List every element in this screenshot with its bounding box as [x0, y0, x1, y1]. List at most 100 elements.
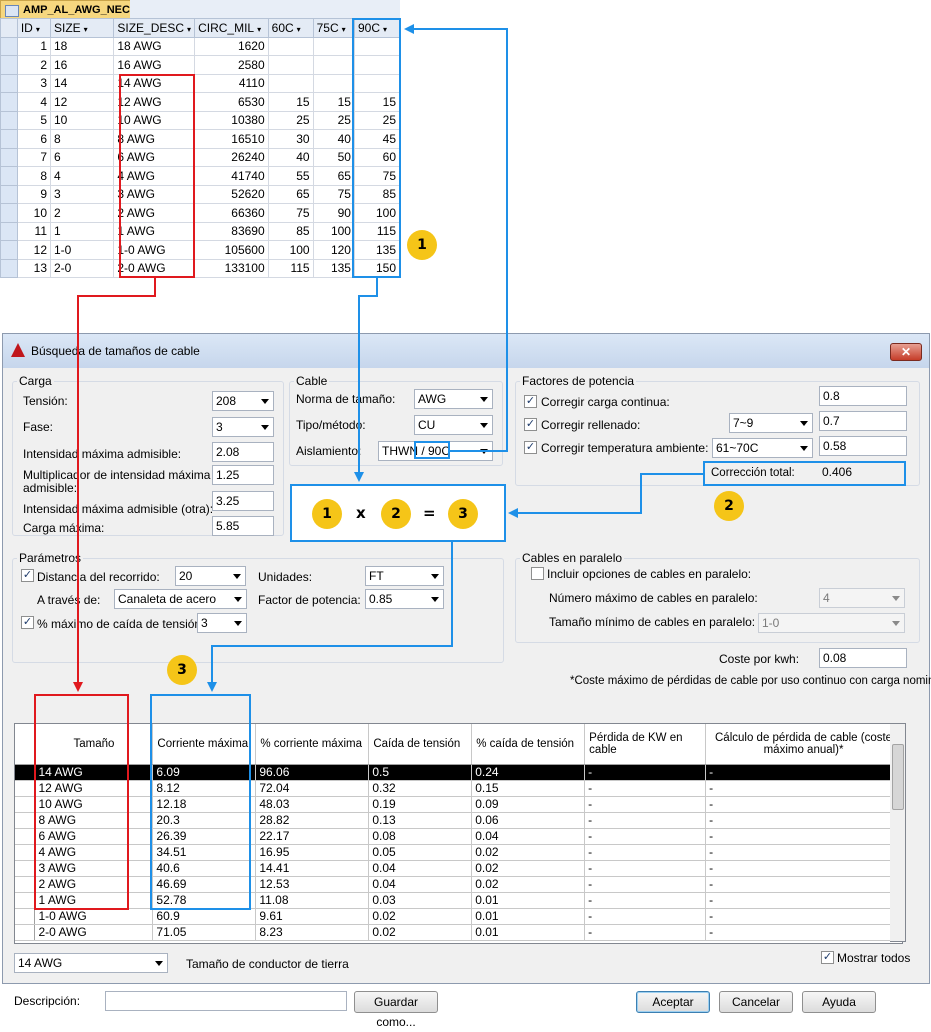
table-cell[interactable] — [312, 36, 355, 56]
result-cell[interactable]: 0.01 — [471, 908, 586, 925]
table-cell[interactable]: 120 — [312, 240, 355, 260]
table-cell[interactable]: 18 — [49, 36, 115, 56]
table-cell[interactable]: 100 — [312, 221, 355, 241]
table-cell[interactable]: 18 AWG — [113, 36, 196, 56]
carga-max-field[interactable]: 5.85 — [212, 516, 274, 536]
result-cell[interactable]: 0.02 — [471, 876, 586, 893]
row-header[interactable] — [15, 780, 36, 797]
result-cell[interactable]: 28.82 — [255, 812, 370, 829]
table-cell[interactable]: 55 — [267, 166, 314, 186]
table-cell[interactable]: 4 — [49, 166, 115, 186]
row-selector[interactable] — [0, 92, 18, 112]
table-cell[interactable] — [312, 73, 355, 93]
result-row[interactable]: 8 AWG 20.3 28.82 0.13 0.06- - — [15, 812, 902, 829]
mostrar-todos-checkbox[interactable]: ✓ — [821, 951, 834, 964]
column-header[interactable]: CIRC_MIL ▾ — [194, 18, 269, 38]
result-row[interactable]: 1 AWG 52.78 11.08 0.03 0.01- - — [15, 892, 902, 909]
table-cell[interactable]: 50 — [312, 147, 355, 167]
table-cell[interactable]: 40 — [312, 129, 355, 149]
result-cell[interactable]: 12.53 — [255, 876, 370, 893]
scrollbar-thumb[interactable] — [892, 744, 904, 810]
table-row[interactable]: 13 2-0 2-0 AWG 133100 115 135 150 — [0, 258, 401, 278]
table-cell[interactable]: 5 — [16, 110, 52, 130]
table-cell[interactable]: 2 — [16, 55, 52, 75]
temp-field[interactable]: 0.58 — [819, 436, 907, 456]
row-header[interactable] — [15, 812, 36, 829]
result-cell[interactable]: - — [705, 908, 902, 925]
table-cell[interactable] — [267, 36, 314, 56]
result-column-header[interactable]: Caída de tensión — [368, 724, 473, 765]
guardar-como-button[interactable]: Guardar como... — [354, 991, 438, 1029]
table-cell[interactable]: 8 — [49, 129, 115, 149]
row-header[interactable] — [15, 796, 36, 813]
result-cell[interactable]: 0.24 — [471, 764, 586, 781]
result-cell[interactable]: 0.19 — [368, 796, 473, 813]
result-cell[interactable]: 0.02 — [368, 924, 473, 941]
result-cell[interactable]: 0.13 — [368, 812, 473, 829]
table-cell[interactable] — [312, 55, 355, 75]
table-cell[interactable]: 12 — [49, 92, 115, 112]
dropdown-arrow-icon[interactable]: ▾ — [36, 25, 40, 34]
result-column-header[interactable]: Pérdida de KW en cable — [584, 724, 707, 765]
column-header[interactable]: ID ▾ — [16, 18, 52, 38]
table-cell[interactable]: 10 — [49, 110, 115, 130]
table-cell[interactable] — [267, 55, 314, 75]
table-cell[interactable]: 85 — [267, 221, 314, 241]
result-cell[interactable]: - — [584, 924, 707, 941]
table-row[interactable]: 688 AWG 16510 30 40 45 — [0, 129, 401, 149]
table-cell[interactable]: 6 — [49, 147, 115, 167]
incluir-paralelo-checkbox[interactable] — [531, 567, 544, 580]
result-cell[interactable]: - — [705, 924, 902, 941]
table-cell[interactable]: 41740 — [194, 166, 269, 186]
result-row[interactable]: 3 AWG 40.6 14.41 0.04 0.02- - — [15, 860, 902, 877]
row-header[interactable] — [15, 828, 36, 845]
table-cell[interactable]: 135 — [312, 258, 355, 278]
result-cell[interactable]: 71.05 — [152, 924, 257, 941]
table-cell[interactable]: 15 — [312, 92, 355, 112]
result-cell[interactable]: - — [705, 812, 902, 829]
table-cell[interactable]: 9 — [16, 184, 52, 204]
rellenado-field[interactable]: 0.7 — [819, 411, 907, 431]
tam-paralelo-select[interactable]: 1-0 — [758, 613, 905, 633]
table-row[interactable]: 933 AWG 52620 65 75 85 — [0, 184, 401, 204]
row-selector[interactable] — [0, 240, 18, 260]
close-button[interactable]: ✕ — [890, 343, 922, 361]
result-cell[interactable]: - — [705, 860, 902, 877]
result-cell[interactable]: 0.06 — [471, 812, 586, 829]
result-column-header[interactable]: % corriente máxima — [255, 724, 370, 765]
column-header[interactable]: 60C ▾ — [267, 18, 314, 38]
norma-select[interactable]: AWG — [414, 389, 493, 409]
row-selector[interactable] — [0, 184, 18, 204]
table-cell[interactable]: 12 — [16, 240, 52, 260]
table-cell[interactable]: 25 — [267, 110, 314, 130]
result-cell[interactable]: - — [705, 780, 902, 797]
row-selector[interactable] — [0, 129, 18, 149]
table-cell[interactable]: 7 — [16, 147, 52, 167]
row-selector[interactable] — [0, 166, 18, 186]
imax-field[interactable]: 2.08 — [212, 442, 274, 462]
temp-select[interactable]: 61~70C — [712, 438, 813, 458]
result-cell[interactable]: 0.01 — [471, 892, 586, 909]
table-cell[interactable]: 16510 — [194, 129, 269, 149]
result-cell[interactable]: 0.02 — [471, 860, 586, 877]
descripcion-field[interactable] — [105, 991, 347, 1011]
result-cell[interactable]: 0.04 — [368, 876, 473, 893]
caida-select[interactable]: 3 — [197, 613, 247, 633]
table-cell[interactable]: 3 — [16, 73, 52, 93]
result-column-header[interactable]: % caída de tensión — [471, 724, 586, 765]
table-row[interactable]: 5 10 10 AWG 10380 25 25 25 — [0, 110, 401, 130]
row-selector[interactable] — [0, 221, 18, 241]
result-row[interactable]: 2 AWG 46.69 12.53 0.04 0.02- - — [15, 876, 902, 893]
result-cell[interactable]: - — [584, 764, 707, 781]
table-cell[interactable]: 75 — [312, 184, 355, 204]
column-header[interactable]: 75C ▾ — [312, 18, 355, 38]
table-cell[interactable]: 10380 — [194, 110, 269, 130]
table-cell[interactable]: 3 — [49, 184, 115, 204]
result-cell[interactable]: 22.17 — [255, 828, 370, 845]
row-header[interactable] — [15, 844, 36, 861]
row-selector[interactable] — [0, 36, 18, 56]
table-cell[interactable]: 6 — [16, 129, 52, 149]
row-header[interactable] — [15, 764, 36, 781]
result-row[interactable]: 4 AWG 34.51 16.95 0.05 0.02- - — [15, 844, 902, 861]
table-cell[interactable]: 11 — [16, 221, 52, 241]
